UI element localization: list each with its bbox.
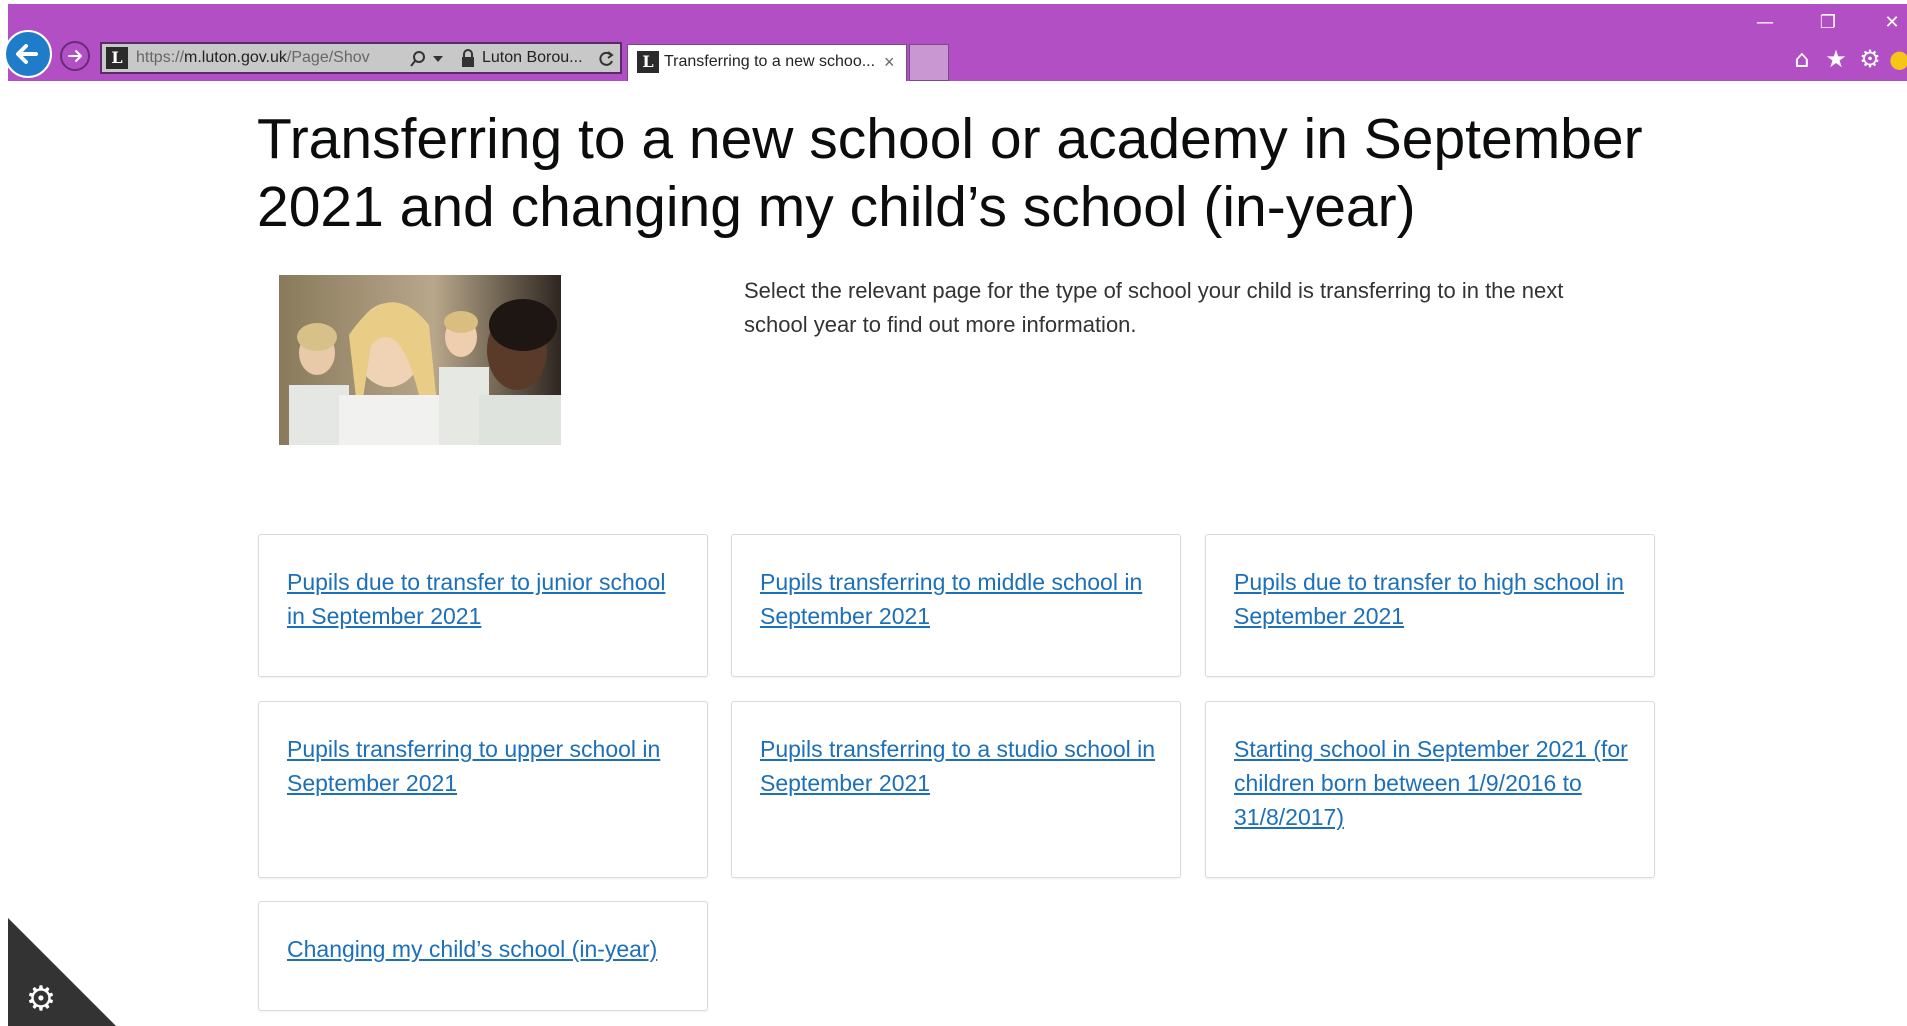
link-high-school[interactable]: Pupils due to transfer to high school in… bbox=[1234, 565, 1630, 633]
smiley-icon[interactable]: ● bbox=[1889, 44, 1907, 74]
card-high-school: Pupils due to transfer to high school in… bbox=[1205, 534, 1655, 677]
link-in-year-change[interactable]: Changing my child’s school (in-year) bbox=[287, 932, 683, 966]
restore-icon[interactable]: ❐ bbox=[1808, 8, 1848, 38]
search-icon[interactable] bbox=[408, 49, 428, 69]
gear-icon[interactable]: ⚙ bbox=[1855, 44, 1885, 74]
site-identity-label[interactable]: Luton Borou... bbox=[482, 44, 583, 72]
link-starting-school[interactable]: Starting school in September 2021 (for c… bbox=[1234, 732, 1630, 834]
back-button[interactable] bbox=[4, 30, 52, 78]
refresh-icon[interactable] bbox=[596, 49, 616, 69]
forward-arrow-icon bbox=[68, 50, 82, 62]
forward-button[interactable] bbox=[60, 41, 90, 71]
tab-favicon-icon: L bbox=[637, 51, 659, 73]
card-middle-school: Pupils transferring to middle school in … bbox=[731, 534, 1181, 677]
hero-image-children bbox=[279, 275, 561, 445]
url-text[interactable]: https://m.luton.gov.uk/Page/Shov bbox=[136, 44, 370, 72]
url-host: m.luton.gov.uk bbox=[184, 49, 287, 66]
tab-close-icon[interactable]: × bbox=[884, 45, 895, 79]
minimize-icon[interactable]: — bbox=[1745, 8, 1785, 38]
link-middle-school[interactable]: Pupils transferring to middle school in … bbox=[760, 565, 1156, 633]
cookie-settings-icon[interactable]: ⚙ bbox=[22, 980, 60, 1018]
lock-icon bbox=[462, 49, 474, 67]
card-studio-school: Pupils transferring to a studio school i… bbox=[731, 701, 1181, 878]
home-icon[interactable]: ⌂ bbox=[1787, 44, 1817, 74]
dropdown-icon[interactable] bbox=[432, 54, 444, 64]
link-upper-school[interactable]: Pupils transferring to upper school in S… bbox=[287, 732, 683, 800]
intro-text: Select the relevant page for the type of… bbox=[744, 278, 1564, 337]
card-starting-school: Starting school in September 2021 (for c… bbox=[1205, 701, 1655, 878]
close-icon[interactable]: ✕ bbox=[1872, 8, 1907, 38]
url-path: /Page/Shov bbox=[286, 49, 370, 66]
address-bar[interactable]: L https://m.luton.gov.uk/Page/Shov Luton… bbox=[100, 42, 622, 74]
card-junior-school: Pupils due to transfer to junior school … bbox=[258, 534, 708, 677]
tab-active[interactable]: L Transferring to a new schoo... × bbox=[627, 44, 907, 81]
page-title: Transferring to a new school or academy … bbox=[257, 107, 1643, 239]
new-tab-button[interactable] bbox=[909, 44, 949, 81]
card-in-year-change: Changing my child’s school (in-year) bbox=[258, 901, 708, 1011]
site-favicon-icon: L bbox=[106, 47, 128, 69]
link-junior-school[interactable]: Pupils due to transfer to junior school … bbox=[287, 565, 683, 633]
url-prefix: https:// bbox=[136, 49, 185, 66]
back-arrow-icon bbox=[16, 44, 38, 64]
link-studio-school[interactable]: Pupils transferring to a studio school i… bbox=[760, 732, 1156, 800]
card-upper-school: Pupils transferring to upper school in S… bbox=[258, 701, 708, 878]
star-icon[interactable]: ★ bbox=[1821, 44, 1851, 74]
tab-title: Transferring to a new schoo... bbox=[664, 53, 876, 70]
